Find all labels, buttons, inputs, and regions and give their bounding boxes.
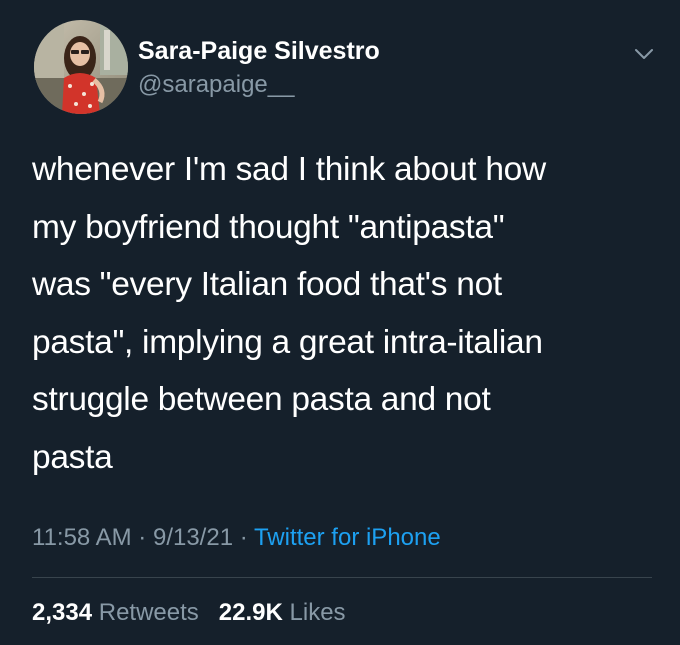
tweet-source-link[interactable]: Twitter for iPhone <box>254 524 441 551</box>
retweets-count: 2,334 <box>32 599 93 626</box>
user-names: Sara-Paige Silvestro @sarapaige__ <box>138 36 380 100</box>
tweet-time[interactable]: 11:58 AM <box>32 524 132 551</box>
likes-label: Likes <box>289 599 346 626</box>
display-name[interactable]: Sara-Paige Silvestro <box>138 36 380 66</box>
likes-stat[interactable]: 22.9K Likes <box>219 599 346 626</box>
user-handle[interactable]: @sarapaige__ <box>138 70 380 100</box>
tweet-card: Sara-Paige Silvestro @sarapaige__ whenev… <box>0 0 680 645</box>
retweets-label: Retweets <box>98 599 199 626</box>
tweet-header: Sara-Paige Silvestro @sarapaige__ <box>34 20 664 116</box>
tweet-meta: 11:58 AM · 9/13/21 · Twitter for iPhone <box>32 522 441 554</box>
divider <box>32 577 652 578</box>
retweets-stat[interactable]: 2,334 Retweets <box>32 599 205 626</box>
tweet-text: whenever I'm sad I think about how my bo… <box>32 151 546 476</box>
chevron-down-icon[interactable] <box>632 42 656 66</box>
avatar[interactable] <box>34 20 128 114</box>
likes-count: 22.9K <box>218 599 283 626</box>
tweet-stats: 2,334 Retweets 22.9K Likes <box>32 597 346 629</box>
meta-separator: · <box>239 524 248 551</box>
avatar-image <box>34 20 128 114</box>
meta-separator: · <box>138 524 147 551</box>
tweet-date[interactable]: 9/13/21 <box>153 524 233 551</box>
